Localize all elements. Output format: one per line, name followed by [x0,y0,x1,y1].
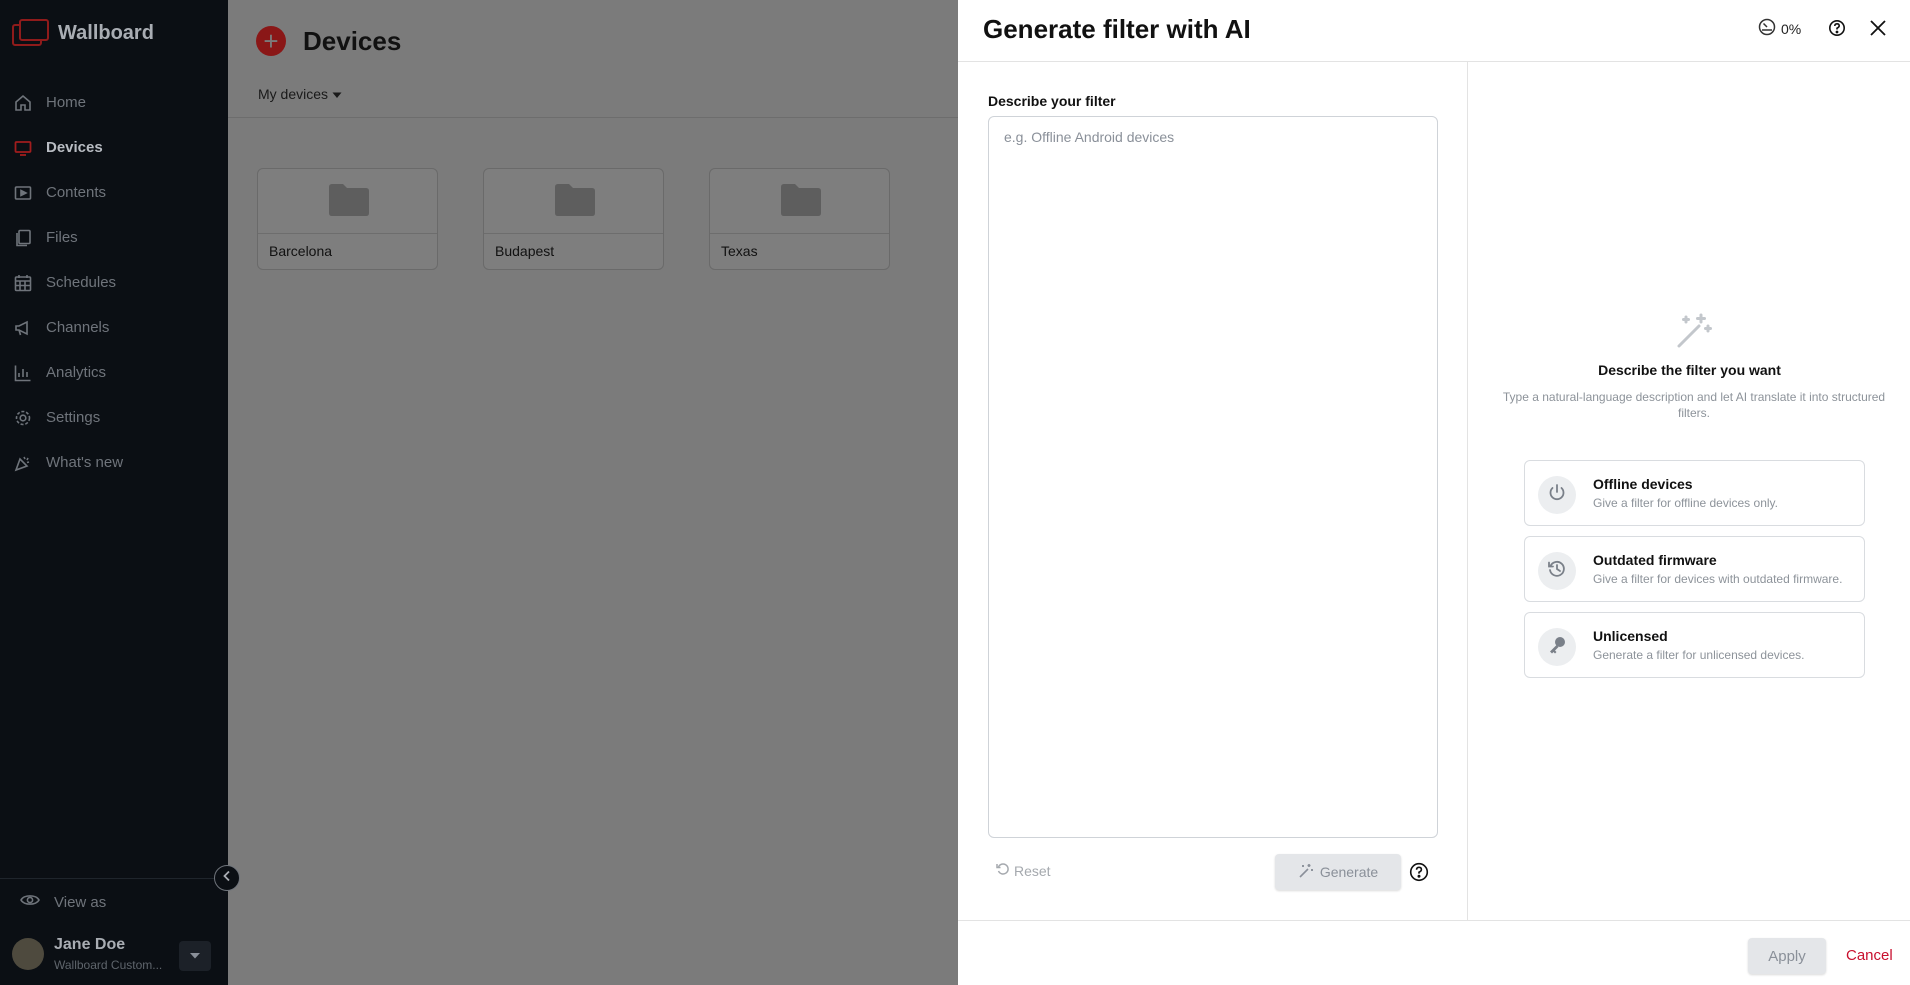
filter-description-input[interactable] [988,116,1438,838]
gauge-icon [1758,18,1776,39]
suggestions-pane: Describe the filter you want Type a natu… [1469,62,1910,920]
suggestion-outdated-firmware[interactable]: Outdated firmware Give a filter for devi… [1524,536,1865,602]
generate-label: Generate [1319,864,1379,880]
add-device-button[interactable]: + [256,26,286,56]
plus-icon: + [263,26,279,56]
my-devices-dropdown[interactable]: My devices [258,86,342,102]
wallboard-logo-icon [12,18,50,48]
sidebar-item-analytics[interactable]: Analytics [0,350,228,395]
play-icon [14,184,32,202]
suggestion-offline-devices[interactable]: Offline devices Give a filter for offlin… [1524,460,1865,526]
suggestion-title: Outdated firmware [1593,552,1717,568]
suggestion-unlicensed[interactable]: Unlicensed Generate a filter for unlicen… [1524,612,1865,678]
folder-card[interactable]: Texas [709,168,890,270]
sidebar-item-label: Devices [46,139,103,156]
monitor-icon [14,139,32,157]
suggestion-description: Give a filter for devices with outdated … [1593,572,1843,586]
reset-button[interactable]: Reset [996,862,1051,879]
caret-down-icon [332,86,342,102]
sidebar-bottom: View as [0,878,228,925]
folder-card[interactable]: Barcelona [257,168,438,270]
apply-button[interactable]: Apply [1748,938,1826,974]
sidebar-item-home[interactable]: Home [0,80,228,125]
sidebar-item-label: Analytics [46,364,107,381]
sidebar-item-devices[interactable]: Devices [0,125,228,170]
sidebar-item-label: Channels [46,319,110,336]
user-menu-button[interactable] [179,941,211,971]
calendar-icon [14,274,32,292]
cancel-button[interactable]: Cancel [1846,947,1893,964]
empty-state-title: Describe the filter you want [1598,362,1781,378]
eye-icon [20,893,40,912]
sidebar-item-label: Schedules [46,274,117,291]
sidebar-item-channels[interactable]: Channels [0,305,228,350]
generate-button[interactable]: Generate [1275,854,1401,890]
suggestion-list: Offline devices Give a filter for offlin… [1524,460,1865,688]
sidebar-item-label: Home [46,94,87,111]
avatar [12,938,44,970]
suggestion-description: Give a filter for offline devices only. [1593,496,1778,510]
main-content: + Devices My devices Barcelona Budapest … [228,0,958,985]
main-header: + Devices My devices [228,0,958,118]
folder-icon [328,183,370,217]
key-icon [1547,635,1567,660]
chevron-left-icon [222,869,232,887]
user-org: Wallboard Custom... [54,958,163,972]
ai-credit-indicator[interactable]: 0% [1758,18,1801,39]
sidebar-item-contents[interactable]: Contents [0,170,228,215]
collapse-sidebar-button[interactable] [214,865,240,891]
empty-state-description: Type a natural-language description and … [1502,390,1886,420]
home-icon [14,94,32,112]
suggestion-title: Offline devices [1593,476,1693,492]
folder-name: Barcelona [269,243,333,259]
ai-credit-value: 0% [1781,20,1802,37]
megaphone-icon [14,319,32,337]
folder-name: Budapest [495,243,555,259]
sidebar-item-label: Files [46,229,78,246]
drawer-footer: Apply Cancel [958,920,1910,985]
sidebar-nav: Home Devices Contents Files Schedules Ch… [0,80,228,485]
folder-card[interactable]: Budapest [483,168,664,270]
view-as-label: View as [54,893,107,911]
user-profile[interactable]: Jane Doe Wallboard Custom... [12,936,162,972]
files-icon [14,229,32,247]
view-as-button[interactable]: View as [0,879,228,925]
logo[interactable]: Wallboard [12,18,154,48]
caret-down-icon [189,947,201,965]
party-icon [14,454,32,472]
gear-icon [14,409,32,427]
sidebar-item-label: Contents [46,184,107,201]
suggestion-description: Generate a filter for unlicensed devices… [1593,648,1805,662]
page-title: Devices [303,26,402,56]
folder-icon [554,183,596,217]
magic-wand-icon [1298,863,1314,882]
sidebar-item-settings[interactable]: Settings [0,395,228,440]
drawer-title: Generate filter with AI [983,14,1251,44]
sidebar-item-label: What's new [46,454,124,471]
my-devices-label: My devices [258,86,329,102]
close-icon[interactable] [1868,18,1888,43]
filter-input-pane: Describe your filter Reset Generate [958,62,1468,920]
user-name: Jane Doe [54,936,126,953]
folder-icon [780,183,822,217]
sidebar-item-files[interactable]: Files [0,215,228,260]
sidebar-item-label: Settings [46,409,101,426]
folder-name: Texas [721,243,758,259]
help-icon[interactable] [1828,19,1846,42]
sidebar-item-schedules[interactable]: Schedules [0,260,228,305]
power-icon [1547,483,1567,508]
sidebar: Wallboard Home Devices Contents Files Sc… [0,0,228,985]
generate-help-icon[interactable] [1409,862,1429,887]
history-icon [1547,559,1567,584]
field-label: Describe your filter [988,93,1116,109]
reset-label: Reset [1014,862,1051,879]
suggestion-title: Unlicensed [1593,628,1668,644]
sidebar-item-whats-new[interactable]: What's new [0,440,228,485]
chart-icon [14,364,32,382]
logo-text: Wallboard [58,21,154,44]
magic-sparkle-icon [1675,312,1713,355]
reset-icon [996,862,1010,879]
ai-filter-drawer: Generate filter with AI 0% Describe your… [958,0,1910,985]
